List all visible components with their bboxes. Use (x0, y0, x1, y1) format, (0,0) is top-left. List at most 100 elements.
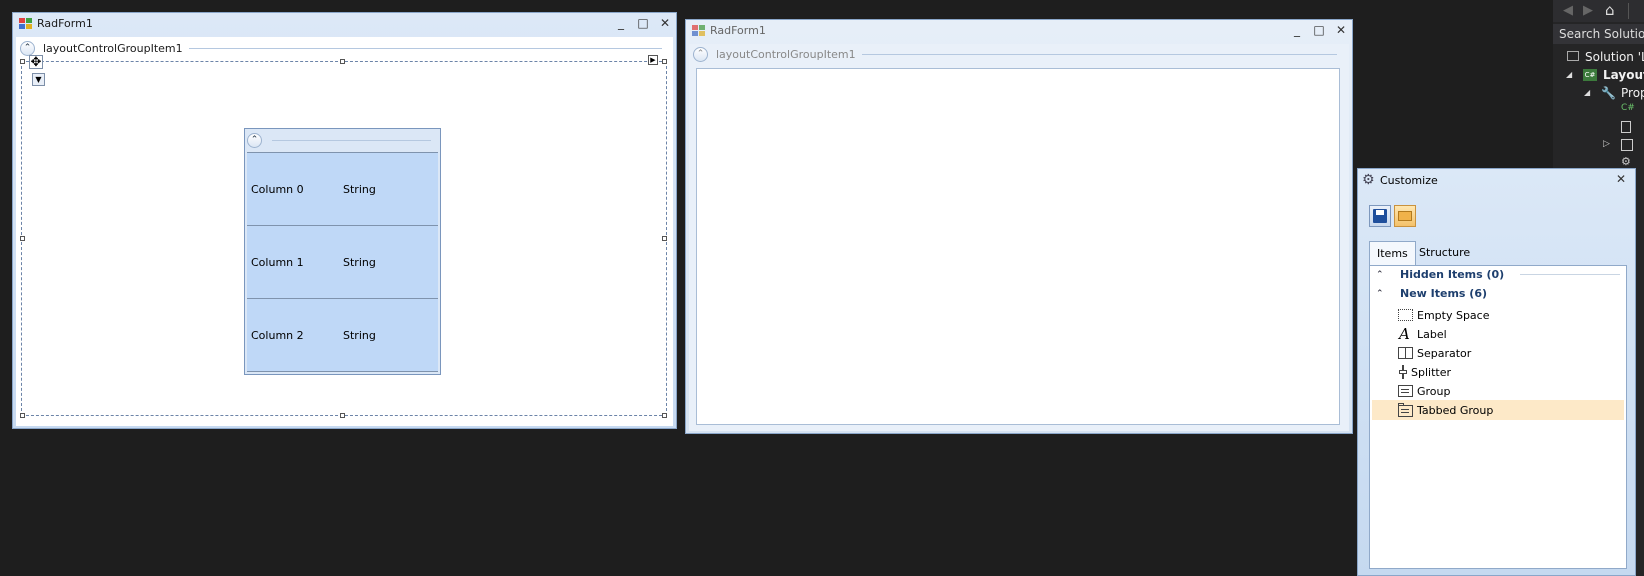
close-button[interactable]: ✕ (657, 16, 673, 30)
items-panel: ⌃ Hidden Items (0) ⌃ New Items (6) Empty… (1369, 265, 1627, 569)
item-label: Empty Space (1417, 308, 1490, 322)
grid-layout-group[interactable]: ⌃ Column 0 String Column 1 String Column… (244, 128, 441, 375)
app-icon (692, 25, 706, 37)
empty-space-icon (1398, 308, 1414, 322)
group-divider (188, 47, 662, 49)
section-label: New Items (6) (1400, 287, 1488, 300)
close-icon[interactable]: ✕ (1616, 172, 1626, 186)
collapse-icon[interactable]: ⌃ (247, 132, 262, 148)
resize-handle[interactable] (340, 413, 345, 418)
toolbar: ◀ ▶ ⌂ (1553, 0, 1644, 22)
close-button[interactable]: ✕ (1333, 23, 1349, 37)
radform1-preview-window: RadForm1 _ □ ✕ ⌃ layoutControlGroupItem1 (685, 19, 1353, 434)
layout-group-label: layoutControlGroupItem1 (716, 47, 856, 61)
collapse-caret-icon[interactable]: ⌃ (1376, 289, 1390, 299)
tree-item-properties[interactable]: Prop (1621, 86, 1644, 100)
tab-structure[interactable]: Structure (1412, 241, 1477, 265)
collapse-icon[interactable]: ⌃ (693, 46, 708, 62)
grid-row[interactable]: Column 0 String (247, 152, 438, 225)
item-label: Separator (1417, 346, 1472, 360)
tree-item-solution[interactable]: Solution 'L (1585, 50, 1644, 64)
group-icon (1398, 384, 1414, 398)
resize-handle[interactable] (662, 236, 667, 241)
item-label: Tabbed Group (1417, 403, 1494, 417)
solution-icon (1567, 51, 1579, 61)
group-divider (861, 53, 1337, 55)
item-label: Label (1417, 327, 1447, 341)
section-new-items[interactable]: ⌃ New Items (6) (1376, 287, 1620, 300)
smart-tag-icon[interactable]: ▶ (648, 55, 658, 65)
resize-handle[interactable] (20, 59, 25, 64)
tabbed-group-icon (1398, 403, 1414, 417)
save-layout-button[interactable] (1369, 205, 1391, 227)
expand-arrow-icon[interactable]: ▷ (1603, 139, 1610, 149)
list-item-label[interactable]: A Label (1372, 324, 1624, 344)
column-name: Column 0 (251, 183, 304, 196)
search-input: Search Solution (1559, 27, 1644, 41)
list-item-tabbed-group[interactable]: Tabbed Group (1372, 400, 1624, 420)
resize-handle[interactable] (340, 59, 345, 64)
column-type: String (343, 329, 376, 342)
expand-arrow-icon[interactable]: ◢ (1584, 88, 1590, 97)
move-icon[interactable]: ✥ (29, 55, 43, 70)
resize-handle[interactable] (662, 413, 667, 418)
csharp-file-icon: C# (1621, 103, 1635, 113)
customize-gear-icon: ⚙ (1362, 172, 1375, 188)
wrench-icon: 🔧 (1601, 86, 1616, 100)
section-divider (1520, 274, 1620, 275)
separator-icon (1398, 346, 1414, 360)
csharp-project-icon: C# (1583, 69, 1597, 81)
customize-dialog: ⚙ Customize ✕ Items Structure ⌃ Hidden I… (1357, 168, 1636, 576)
form-client-area: ⌃ layoutControlGroupItem1 (689, 44, 1349, 431)
maximize-button[interactable]: □ (1311, 23, 1327, 37)
radform1-design-window: RadForm1 _ □ ✕ ⌃ layoutControlGroupItem1… (12, 12, 677, 429)
back-icon[interactable]: ◀ (1563, 3, 1573, 18)
splitter-icon (1398, 365, 1408, 379)
form-title-bar[interactable]: RadForm1 _ □ ✕ (13, 13, 676, 35)
grid-row[interactable]: Column 1 String (247, 225, 438, 298)
list-item-splitter[interactable]: Splitter (1372, 362, 1624, 382)
app-icon (19, 18, 33, 30)
file-icon (1621, 121, 1631, 133)
collapse-caret-icon[interactable]: ⌃ (1376, 270, 1390, 280)
search-box[interactable]: Search Solution (1553, 24, 1644, 44)
resize-handle[interactable] (662, 59, 667, 64)
item-label: Splitter (1411, 365, 1451, 379)
minimize-button[interactable]: _ (1289, 23, 1305, 37)
dropdown-arrow-icon[interactable]: ▼ (32, 73, 45, 86)
form-title-bar[interactable]: RadForm1 _ □ ✕ (686, 20, 1352, 42)
layout-group-header: ⌃ layoutControlGroupItem1 (20, 39, 668, 57)
folder-icon (1398, 211, 1412, 221)
list-item-group[interactable]: Group (1372, 381, 1624, 401)
tree-item-project[interactable]: Layout (1603, 68, 1644, 82)
label-icon: A (1399, 325, 1410, 343)
dialog-title: Customize (1380, 174, 1438, 187)
layout-panel (696, 68, 1340, 425)
layout-group-label: layoutControlGroupItem1 (43, 41, 183, 55)
resize-handle[interactable] (20, 236, 25, 241)
load-layout-button[interactable] (1394, 205, 1416, 227)
maximize-button[interactable]: □ (635, 16, 651, 30)
home-icon[interactable]: ⌂ (1605, 1, 1615, 19)
expand-arrow-icon[interactable]: ◢ (1566, 70, 1572, 79)
column-name: Column 2 (251, 329, 304, 342)
grid-row[interactable]: Column 2 String (247, 298, 438, 372)
section-label: Hidden Items (0) (1400, 268, 1505, 281)
form-title: RadForm1 (37, 17, 93, 30)
item-label: Group (1417, 384, 1451, 398)
section-hidden-items[interactable]: ⌃ Hidden Items (0) (1376, 268, 1620, 281)
form-title: RadForm1 (710, 24, 766, 37)
minimize-button[interactable]: _ (613, 16, 629, 30)
references-icon (1621, 139, 1633, 151)
collapse-icon[interactable]: ⌃ (20, 40, 35, 56)
column-name: Column 1 (251, 256, 304, 269)
list-item-empty-space[interactable]: Empty Space (1372, 305, 1624, 325)
layout-group-header: ⌃ layoutControlGroupItem1 (693, 45, 1343, 63)
list-item-separator[interactable]: Separator (1372, 343, 1624, 363)
resize-handle[interactable] (20, 413, 25, 418)
forward-icon[interactable]: ▶ (1583, 3, 1593, 18)
group-divider (272, 139, 431, 141)
save-icon (1373, 209, 1387, 223)
column-type: String (343, 256, 376, 269)
tab-items[interactable]: Items (1369, 241, 1416, 265)
